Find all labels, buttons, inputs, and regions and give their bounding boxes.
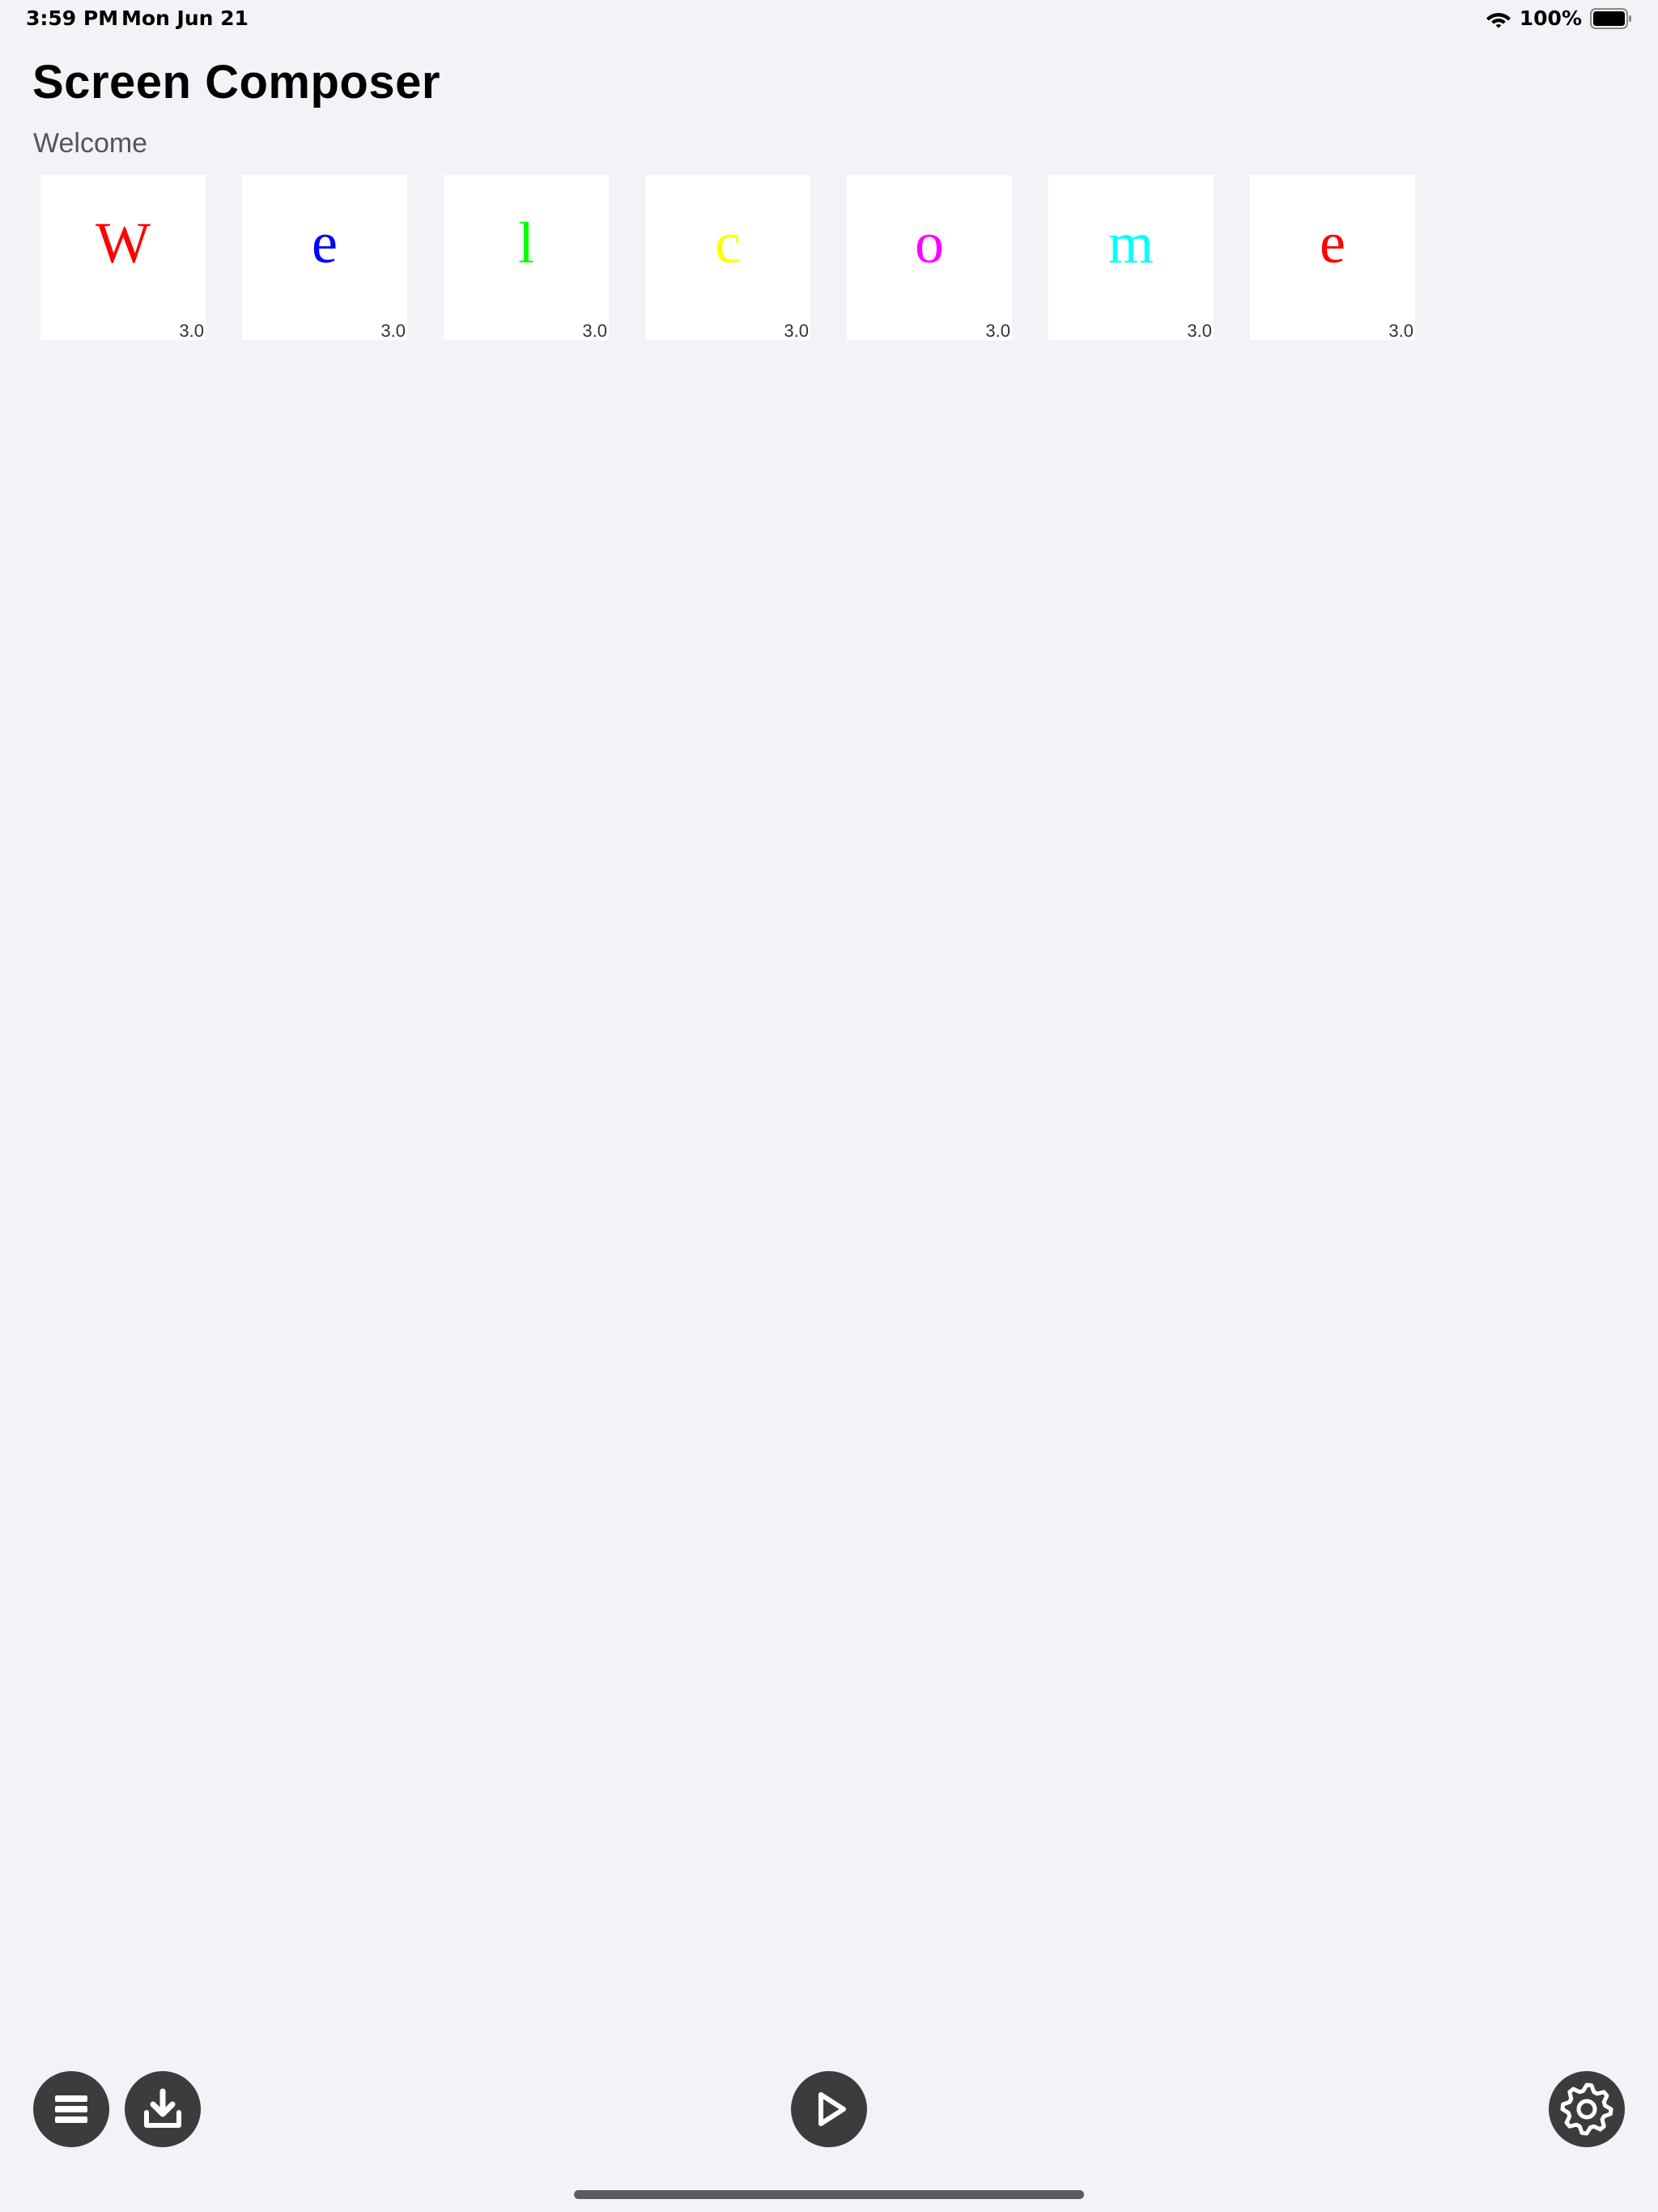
tile-duration: 3.0 [985, 321, 1010, 341]
tile-4[interactable]: o 3.0 [847, 175, 1012, 340]
tile-letter: o [915, 211, 944, 275]
status-indicators: 100% [1486, 6, 1632, 30]
tile-letter: l [517, 211, 534, 275]
download-button[interactable] [125, 2071, 201, 2147]
tile-letter: e [312, 211, 338, 275]
tile-3[interactable]: c 3.0 [645, 175, 810, 340]
wifi-icon [1486, 12, 1511, 28]
tile-6[interactable]: e 3.0 [1250, 175, 1415, 340]
section-label: Welcome [33, 128, 148, 159]
settings-button[interactable] [1549, 2071, 1625, 2147]
battery-icon [1590, 7, 1631, 29]
tile-letter: c [715, 211, 741, 275]
tile-0[interactable]: W 3.0 [40, 175, 206, 340]
home-indicator [574, 2190, 1084, 2199]
status-time: 3:59 PM [26, 6, 119, 30]
tile-1[interactable]: e 3.0 [242, 175, 407, 340]
tile-duration: 3.0 [179, 321, 204, 341]
tile-duration: 3.0 [784, 321, 809, 341]
page-title: Screen Composer [32, 56, 440, 108]
tile-letter: W [96, 211, 151, 275]
play-button[interactable] [791, 2071, 867, 2147]
tile-duration: 3.0 [1388, 321, 1414, 341]
tile-5[interactable]: m 3.0 [1048, 175, 1214, 340]
status-bar: 3:59 PM Mon Jun 21 100% [0, 0, 1658, 39]
tile-letter: e [1320, 211, 1346, 275]
gear-icon [1560, 2082, 1613, 2136]
battery-percent: 100% [1519, 6, 1582, 30]
play-icon [818, 2092, 846, 2126]
download-icon [144, 2088, 181, 2128]
list-icon [55, 2095, 87, 2123]
tile-letter: m [1107, 211, 1154, 275]
menu-button[interactable] [33, 2071, 109, 2147]
tile-row: W 3.0 e 3.0 l 3.0 c 3.0 o 3.0 m 3.0 e 3.0 [40, 175, 1415, 340]
tile-duration: 3.0 [582, 321, 607, 341]
status-date: Mon Jun 21 [121, 6, 249, 30]
tile-duration: 3.0 [1187, 321, 1212, 341]
tile-2[interactable]: l 3.0 [444, 175, 609, 340]
tile-duration: 3.0 [380, 321, 406, 341]
